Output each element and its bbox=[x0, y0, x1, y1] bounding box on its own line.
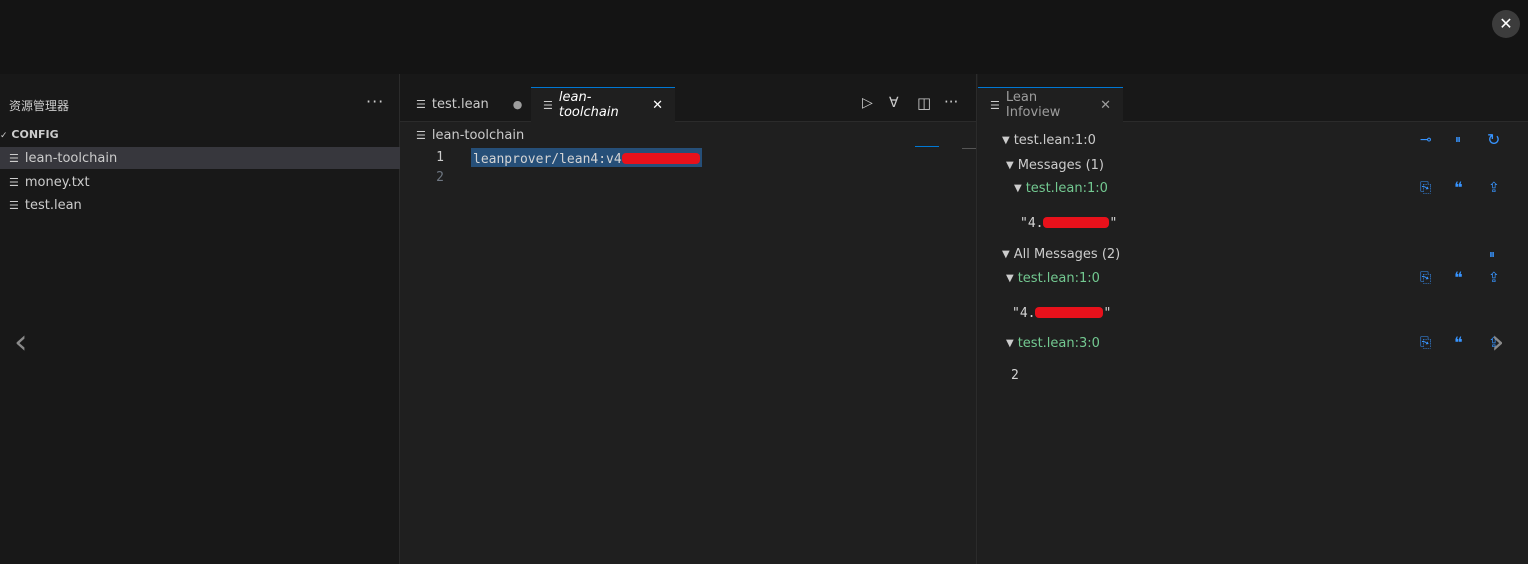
copy-icon[interactable]: ⎘ bbox=[1420, 270, 1431, 286]
redaction-mark bbox=[621, 153, 700, 164]
close-viewer-button[interactable]: ✕ bbox=[1492, 10, 1520, 38]
workspace-folder-label: CONFIG bbox=[11, 128, 59, 141]
tab-label: Lean Infoview bbox=[1005, 90, 1061, 120]
tab-lean-toolchain[interactable]: ☰ lean-toolchain ✕ bbox=[531, 87, 675, 122]
message-location[interactable]: ▼ test.lean:1:0 bbox=[1014, 181, 1108, 196]
code-line-2[interactable]: 2 bbox=[400, 170, 444, 185]
explorer-title: 资源管理器 bbox=[9, 99, 70, 113]
line-number: 1 bbox=[436, 150, 444, 165]
file-lines-icon: ☰ bbox=[9, 175, 19, 189]
all-messages-label: All Messages (2) bbox=[1013, 247, 1121, 262]
message-location-link[interactable]: test.lean:1:0 bbox=[1026, 181, 1108, 196]
file-lines-icon: ☰ bbox=[9, 198, 19, 212]
pause-icon[interactable]: ⏸ bbox=[1455, 132, 1461, 147]
file-name: test.lean bbox=[24, 197, 82, 213]
redaction-mark bbox=[1035, 307, 1104, 318]
tab-label: lean-toolchain bbox=[558, 90, 619, 120]
message-location-link[interactable]: test.lean:3:0 bbox=[1018, 336, 1100, 351]
pause-icon[interactable]: ⏸ bbox=[1489, 247, 1495, 262]
go-to-location-icon[interactable]: ⇪ bbox=[1488, 180, 1500, 196]
tab-lean-infoview[interactable]: ☰ Lean Infoview ✕ bbox=[978, 87, 1123, 122]
breadcrumb[interactable]: ☰ lean-toolchain bbox=[416, 128, 524, 143]
quote-icon[interactable]: ❝ bbox=[1454, 178, 1463, 197]
workspace-folder-header[interactable]: ✓ CONFIG bbox=[0, 128, 59, 141]
explorer-more-button[interactable]: ··· bbox=[366, 92, 384, 111]
file-name: lean-toolchain bbox=[24, 150, 118, 166]
messages-label: Messages (1) bbox=[1017, 158, 1104, 173]
viewer-overlay-bar bbox=[0, 0, 1528, 74]
editor-group: ☰ test.lean ● ☰ lean-toolchain ✕ ▷ ∀ ◫ ·… bbox=[400, 74, 977, 564]
close-tab-icon[interactable]: ✕ bbox=[652, 98, 663, 113]
caret-down-icon: ▼ bbox=[1006, 273, 1014, 284]
scrollbar-marker bbox=[962, 148, 976, 149]
file-name: money.txt bbox=[24, 174, 90, 190]
file-item-test-lean[interactable]: ☰ test.lean bbox=[0, 194, 400, 216]
all-messages-header[interactable]: ▼ All Messages (2) bbox=[1002, 247, 1120, 262]
forall-icon[interactable]: ∀ bbox=[889, 95, 899, 111]
copy-icon[interactable]: ⎘ bbox=[1420, 335, 1431, 351]
breadcrumb-file: lean-toolchain bbox=[431, 128, 525, 143]
copy-icon[interactable]: ⎘ bbox=[1420, 180, 1431, 196]
file-lines-icon: ☰ bbox=[543, 98, 553, 112]
caret-down-icon: ▼ bbox=[1006, 338, 1014, 349]
file-lines-icon: ☰ bbox=[416, 98, 426, 111]
editor-tab-bar: ☰ test.lean ● ☰ lean-toolchain ✕ ▷ ∀ ◫ ·… bbox=[400, 74, 976, 122]
go-to-location-icon[interactable]: ⇪ bbox=[1488, 270, 1500, 286]
caret-down-icon: ▼ bbox=[1002, 249, 1010, 260]
close-icon: ✕ bbox=[1499, 14, 1513, 33]
tab-test-lean[interactable]: ☰ test.lean ● bbox=[404, 87, 530, 122]
all-message-1-output: "4. " bbox=[1012, 306, 1112, 321]
chevron-down-icon: ✓ bbox=[0, 131, 8, 141]
all-message-2-output: 2 bbox=[1011, 368, 1019, 383]
caret-down-icon: ▼ bbox=[1014, 183, 1022, 194]
lean-infoview-panel: ☰ Lean Infoview ✕ ▼ test.lean:1:0 ⊸ ⏸ ↻ … bbox=[978, 74, 1528, 564]
quote-icon[interactable]: ❝ bbox=[1454, 333, 1463, 352]
code-line-1[interactable]: 1 leanprover/lean4:v4 bbox=[400, 148, 702, 167]
all-message-1-location[interactable]: ▼ test.lean:1:0 bbox=[1006, 271, 1100, 286]
infoview-tab-bar: ☰ Lean Infoview ✕ bbox=[978, 74, 1528, 122]
file-item-money-txt[interactable]: ☰ money.txt bbox=[0, 171, 400, 193]
message-output: "4. " bbox=[1020, 216, 1118, 231]
explorer-sidebar: 资源管理器 ··· ✓ CONFIG ☰ lean-toolchain ☰ mo… bbox=[0, 74, 400, 564]
unsaved-dot-icon[interactable]: ● bbox=[513, 98, 523, 111]
minimap-slider[interactable] bbox=[915, 146, 939, 147]
file-lines-icon: ☰ bbox=[9, 151, 19, 165]
split-editor-icon[interactable]: ◫ bbox=[917, 94, 931, 112]
file-lines-icon: ☰ bbox=[416, 129, 426, 142]
line-number: 2 bbox=[436, 170, 444, 185]
file-lines-icon: ☰ bbox=[990, 98, 1000, 112]
cursor-position-label: test.lean:1:0 bbox=[1013, 133, 1096, 148]
refresh-icon[interactable]: ↻ bbox=[1487, 130, 1500, 149]
cursor-position-header[interactable]: ▼ test.lean:1:0 bbox=[1002, 133, 1096, 148]
file-item-lean-toolchain[interactable]: ☰ lean-toolchain bbox=[0, 147, 400, 169]
close-tab-icon[interactable]: ✕ bbox=[1100, 98, 1111, 113]
next-image-arrow[interactable]: › bbox=[1491, 322, 1505, 362]
all-message-2-location[interactable]: ▼ test.lean:3:0 bbox=[1006, 336, 1100, 351]
message-location-link[interactable]: test.lean:1:0 bbox=[1018, 271, 1100, 286]
code-text: leanprover/lean4:v4 bbox=[473, 152, 622, 167]
run-icon[interactable]: ▷ bbox=[862, 95, 873, 111]
messages-header[interactable]: ▼ Messages (1) bbox=[1006, 158, 1104, 173]
previous-image-arrow[interactable]: ‹ bbox=[14, 322, 28, 362]
tab-label: test.lean bbox=[431, 97, 489, 112]
editor-more-button[interactable]: ··· bbox=[944, 93, 958, 111]
caret-down-icon: ▼ bbox=[1006, 160, 1014, 171]
caret-down-icon: ▼ bbox=[1002, 135, 1010, 146]
quote-icon[interactable]: ❝ bbox=[1454, 268, 1463, 287]
redaction-mark bbox=[1043, 217, 1110, 228]
pin-icon[interactable]: ⊸ bbox=[1420, 132, 1432, 148]
